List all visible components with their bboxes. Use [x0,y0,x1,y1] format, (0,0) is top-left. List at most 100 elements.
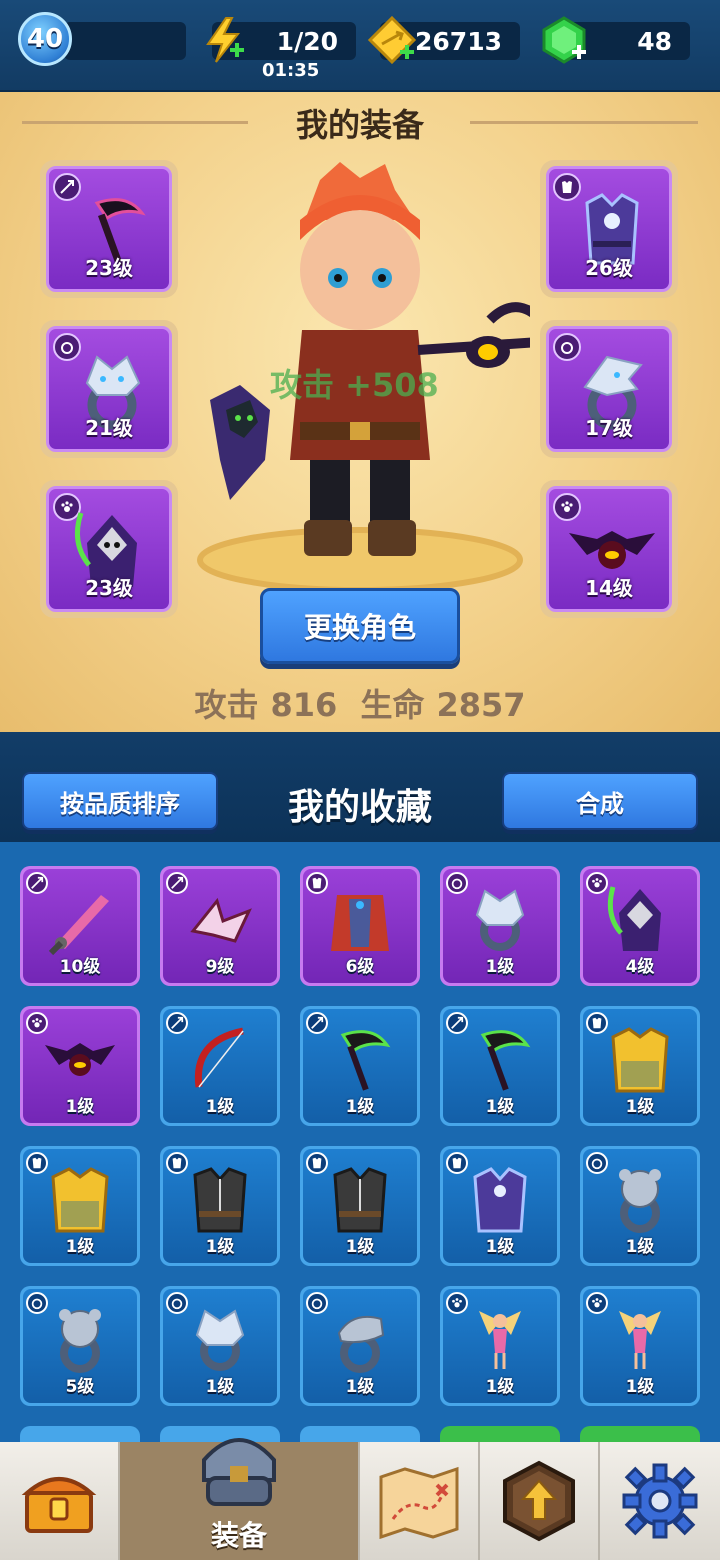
item-level: 1级 [625,1097,655,1117]
nav-upgrade[interactable] [480,1442,600,1560]
item-level: 1级 [485,957,515,977]
player-level-bar [64,22,186,60]
bear-ring-icon [59,1309,101,1373]
gear-icon [622,1463,698,1539]
item-level: 1级 [345,1097,375,1117]
item-frame: 1级 [23,1149,137,1263]
slot-level: 17级 [585,416,633,440]
collection-item[interactable]: 4级 [580,866,700,986]
hero-stats: 攻击 816 生命 2857 [0,680,720,726]
equip-slot-weapon[interactable]: 23级 [40,160,178,298]
shuriken-icon [190,897,252,943]
energy-timer: 01:35 [262,60,320,81]
item-level: 1级 [625,1237,655,1257]
gem-counter[interactable]: 48 [542,16,690,64]
coin-counter[interactable]: 26713 [367,15,520,65]
collection-item[interactable]: 9级 [160,866,280,986]
collection-item[interactable]: 1级 [440,1286,560,1406]
hp-label: 生命 [360,686,425,724]
collection-item[interactable]: 1级 [300,1286,420,1406]
slot-level: 23级 [85,576,133,600]
collection-title: 我的收藏 [287,787,432,828]
collection-item[interactable]: 1级 [580,1286,700,1406]
item-frame: 1级 [443,1149,557,1263]
collection-item[interactable]: 1级 [440,1146,560,1266]
attack-bonus-popup: 攻击 +508 [270,366,439,404]
item-frame: 1级 [23,1009,137,1123]
attack-value: 816 [270,686,338,724]
item-level: 1级 [65,1097,95,1117]
bear-ring-icon [619,1169,661,1233]
item-frame: 1级 [163,1009,277,1123]
wolf-ring-icon [195,1309,245,1371]
slot-level: 23级 [85,256,133,280]
energy-value: 1/20 [276,26,338,56]
collection-item[interactable]: 1级 [580,1006,700,1126]
upgrade-arrow-icon [503,1460,575,1542]
map-icon [379,1466,459,1539]
collection-item[interactable]: 1级 [160,1146,280,1266]
equip-slot-pet-1[interactable]: 23级 [40,480,178,618]
collection-item[interactable]: 1级 [440,1006,560,1126]
merge-button[interactable]: 合成 [502,772,698,830]
slot-level: 21级 [85,416,133,440]
equipment-title: 我的装备 [295,106,424,144]
equip-slot-armor[interactable]: 26级 [540,160,678,298]
player-level-badge[interactable]: 40 [18,12,72,66]
item-frame: 1级 [443,869,557,983]
energy-counter[interactable]: 1/20 [206,17,356,63]
equip-slot-pet-2[interactable]: 14级 [540,480,678,618]
equip-slot-ring-2[interactable]: 17级 [540,320,678,458]
item-frame: 1级 [303,1009,417,1123]
snake-ring-icon [337,1315,385,1373]
scythe-icon [340,1030,391,1091]
item-frame: 1级 [303,1289,417,1403]
collection-item[interactable]: 1级 [160,1006,280,1126]
equip-slot-ring-1[interactable]: 21级 [40,320,178,458]
item-frame: 10级 [23,869,137,983]
item-level: 4级 [625,957,655,977]
nav-equipment-label: 装备 [210,1519,267,1552]
robe-icon [331,895,389,951]
item-level: 10级 [59,957,101,977]
bow-icon [194,1027,244,1088]
green-gem-icon [542,16,586,64]
change-character-button[interactable]: 更换角色 [260,588,460,664]
item-frame: 1级 [583,1009,697,1123]
nav-map[interactable] [360,1442,480,1560]
nav-chest[interactable] [0,1442,120,1560]
scythe-icon [480,1030,531,1091]
collection-item[interactable]: 1级 [300,1146,420,1266]
armor-icon [473,1167,527,1233]
item-level: 1级 [205,1237,235,1257]
collection-item[interactable]: 1级 [20,1146,140,1266]
item-level: 1级 [485,1097,515,1117]
nav-equipment[interactable]: 装备 [120,1438,360,1560]
collection-item[interactable]: 5级 [20,1286,140,1406]
item-frame: 5级 [23,1289,137,1403]
item-frame: 1级 [443,1009,557,1123]
nav-settings[interactable] [600,1442,720,1560]
collection-item[interactable]: 10级 [20,866,140,986]
collection-item[interactable]: 1级 [580,1146,700,1266]
item-level: 1级 [345,1237,375,1257]
sort-by-quality-button[interactable]: 按品质排序 [22,772,218,830]
collection-item[interactable]: 1级 [20,1006,140,1126]
collection-item[interactable]: 1级 [300,1006,420,1126]
item-frame: 6级 [303,869,417,983]
collection-item[interactable]: 6级 [300,866,420,986]
item-frame: 1级 [443,1289,557,1403]
collection-item[interactable]: 1级 [160,1286,280,1406]
item-level: 1级 [485,1377,515,1397]
fairy-pet-icon [619,1311,661,1369]
gold-armor-icon [611,1027,669,1093]
bat-pet-icon [45,1043,115,1076]
item-level: 1级 [65,1237,95,1257]
item-level: 1级 [205,1377,235,1397]
item-frame: 9级 [163,869,277,983]
top-status-bar: 40 1/20 01:35 26713 48 [0,0,720,92]
item-frame: 1级 [163,1149,277,1263]
item-level: 1级 [345,1377,375,1397]
collection-item[interactable]: 1级 [440,866,560,986]
sword-icon [48,895,109,955]
